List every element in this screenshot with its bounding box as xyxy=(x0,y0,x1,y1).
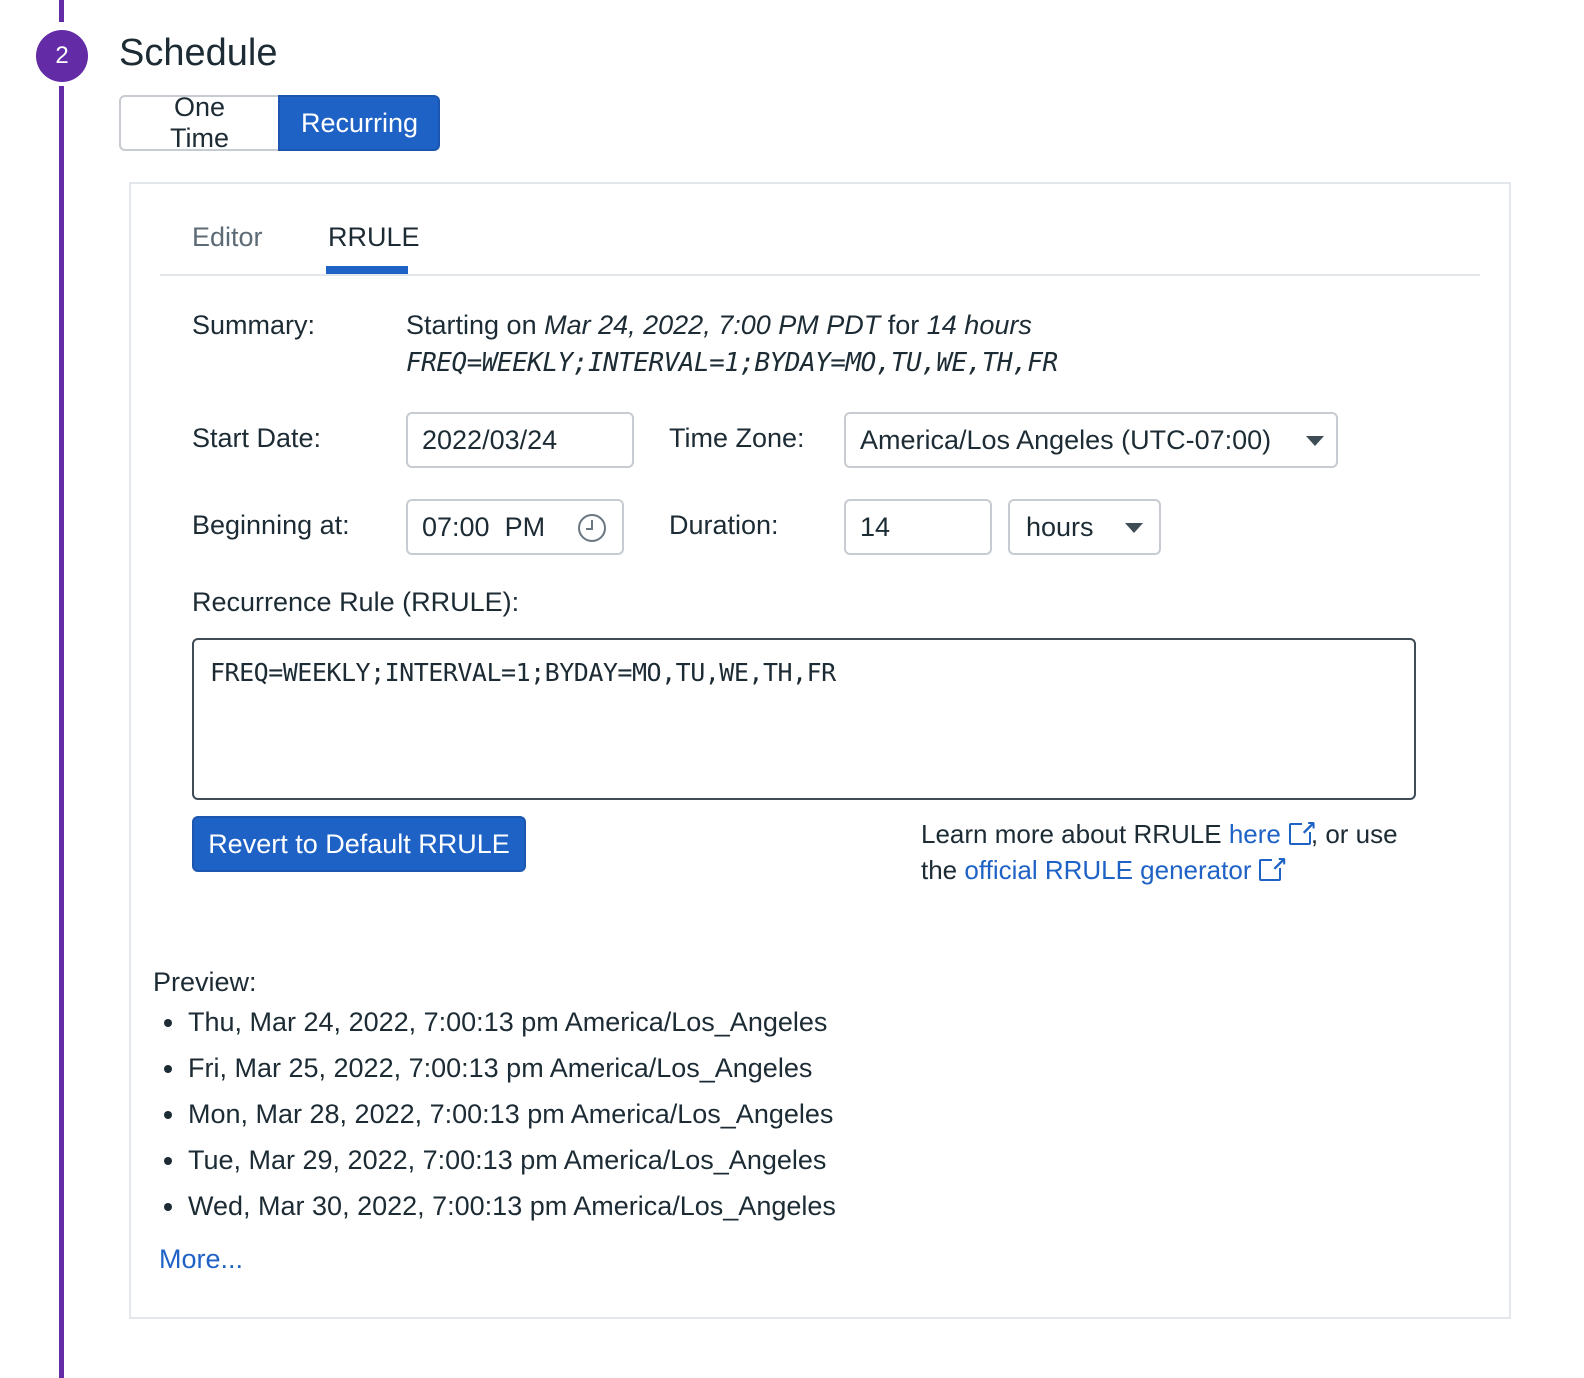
duration-unit-value: hours xyxy=(1026,511,1094,542)
beginning-at-value: 07:00 PM xyxy=(422,511,546,542)
rrule-label: Recurrence Rule (RRULE): xyxy=(192,587,520,617)
rrule-textarea[interactable]: FREQ=WEEKLY;INTERVAL=1;BYDAY=MO,TU,WE,TH… xyxy=(192,638,1416,800)
duration-label: Duration: xyxy=(669,510,779,540)
editor-tabs: Editor RRULE xyxy=(160,214,1480,276)
chevron-down-icon xyxy=(1125,523,1143,533)
summary-rule: FREQ=WEEKLY;INTERVAL=1;BYDAY=MO,TU,WE,TH… xyxy=(406,348,1058,378)
summary-duration: 14 hours xyxy=(926,310,1032,340)
time-zone-value: America/Los Angeles (UTC-07:00) xyxy=(860,424,1272,455)
external-link-icon xyxy=(1259,847,1287,883)
rrule-generator-link[interactable]: official RRULE generator xyxy=(964,847,1287,885)
duration-unit-select[interactable]: hours xyxy=(1008,499,1161,555)
list-item: Tue, Mar 29, 2022, 7:00:13 pm America/Lo… xyxy=(160,1138,836,1184)
list-item: Thu, Mar 24, 2022, 7:00:13 pm America/Lo… xyxy=(160,1000,836,1046)
start-date-input[interactable]: 2022/03/24 xyxy=(406,412,634,468)
preview-list: Thu, Mar 24, 2022, 7:00:13 pm America/Lo… xyxy=(160,1000,836,1230)
beginning-at-label: Beginning at: xyxy=(192,510,350,540)
time-zone-label: Time Zone: xyxy=(669,423,805,453)
summary-label: Summary: xyxy=(192,310,316,340)
preview-label: Preview: xyxy=(153,967,257,997)
clock-icon[interactable] xyxy=(578,514,606,542)
revert-default-rrule-button[interactable]: Revert to Default RRULE xyxy=(192,816,526,872)
tab-editor[interactable]: Editor xyxy=(192,222,263,253)
section-title: Schedule xyxy=(119,32,278,74)
tab-rrule[interactable]: RRULE xyxy=(328,222,420,253)
list-item: Mon, Mar 28, 2022, 7:00:13 pm America/Lo… xyxy=(160,1092,836,1138)
start-date-label: Start Date: xyxy=(192,423,322,453)
time-zone-select[interactable]: America/Los Angeles (UTC-07:00) xyxy=(844,412,1338,468)
rrule-docs-link[interactable]: here xyxy=(1229,811,1317,849)
list-item: Wed, Mar 30, 2022, 7:00:13 pm America/Lo… xyxy=(160,1184,836,1230)
learn-more-text: Learn more about RRULE here, or use the … xyxy=(921,811,1421,888)
summary-start: Mar 24, 2022, 7:00 PM PDT xyxy=(544,310,881,340)
more-preview-link[interactable]: More... xyxy=(159,1244,243,1275)
summary-text: Starting on Mar 24, 2022, 7:00 PM PDT fo… xyxy=(406,310,1032,340)
schedule-step: 2 Schedule One Time Recurring Editor RRU… xyxy=(0,0,1584,1378)
external-link-icon xyxy=(1288,811,1317,847)
beginning-at-input[interactable]: 07:00 PM xyxy=(406,499,624,555)
step-number-badge: 2 xyxy=(36,30,88,82)
step-rail xyxy=(59,0,64,1378)
duration-input[interactable]: 14 xyxy=(844,499,992,555)
chevron-down-icon xyxy=(1306,436,1324,446)
one-time-button[interactable]: One Time xyxy=(119,92,278,153)
active-tab-indicator xyxy=(326,266,408,274)
recurring-button[interactable]: Recurring xyxy=(278,95,440,151)
list-item: Fri, Mar 25, 2022, 7:00:13 pm America/Lo… xyxy=(160,1046,836,1092)
schedule-type-toggle: One Time Recurring xyxy=(119,92,440,153)
